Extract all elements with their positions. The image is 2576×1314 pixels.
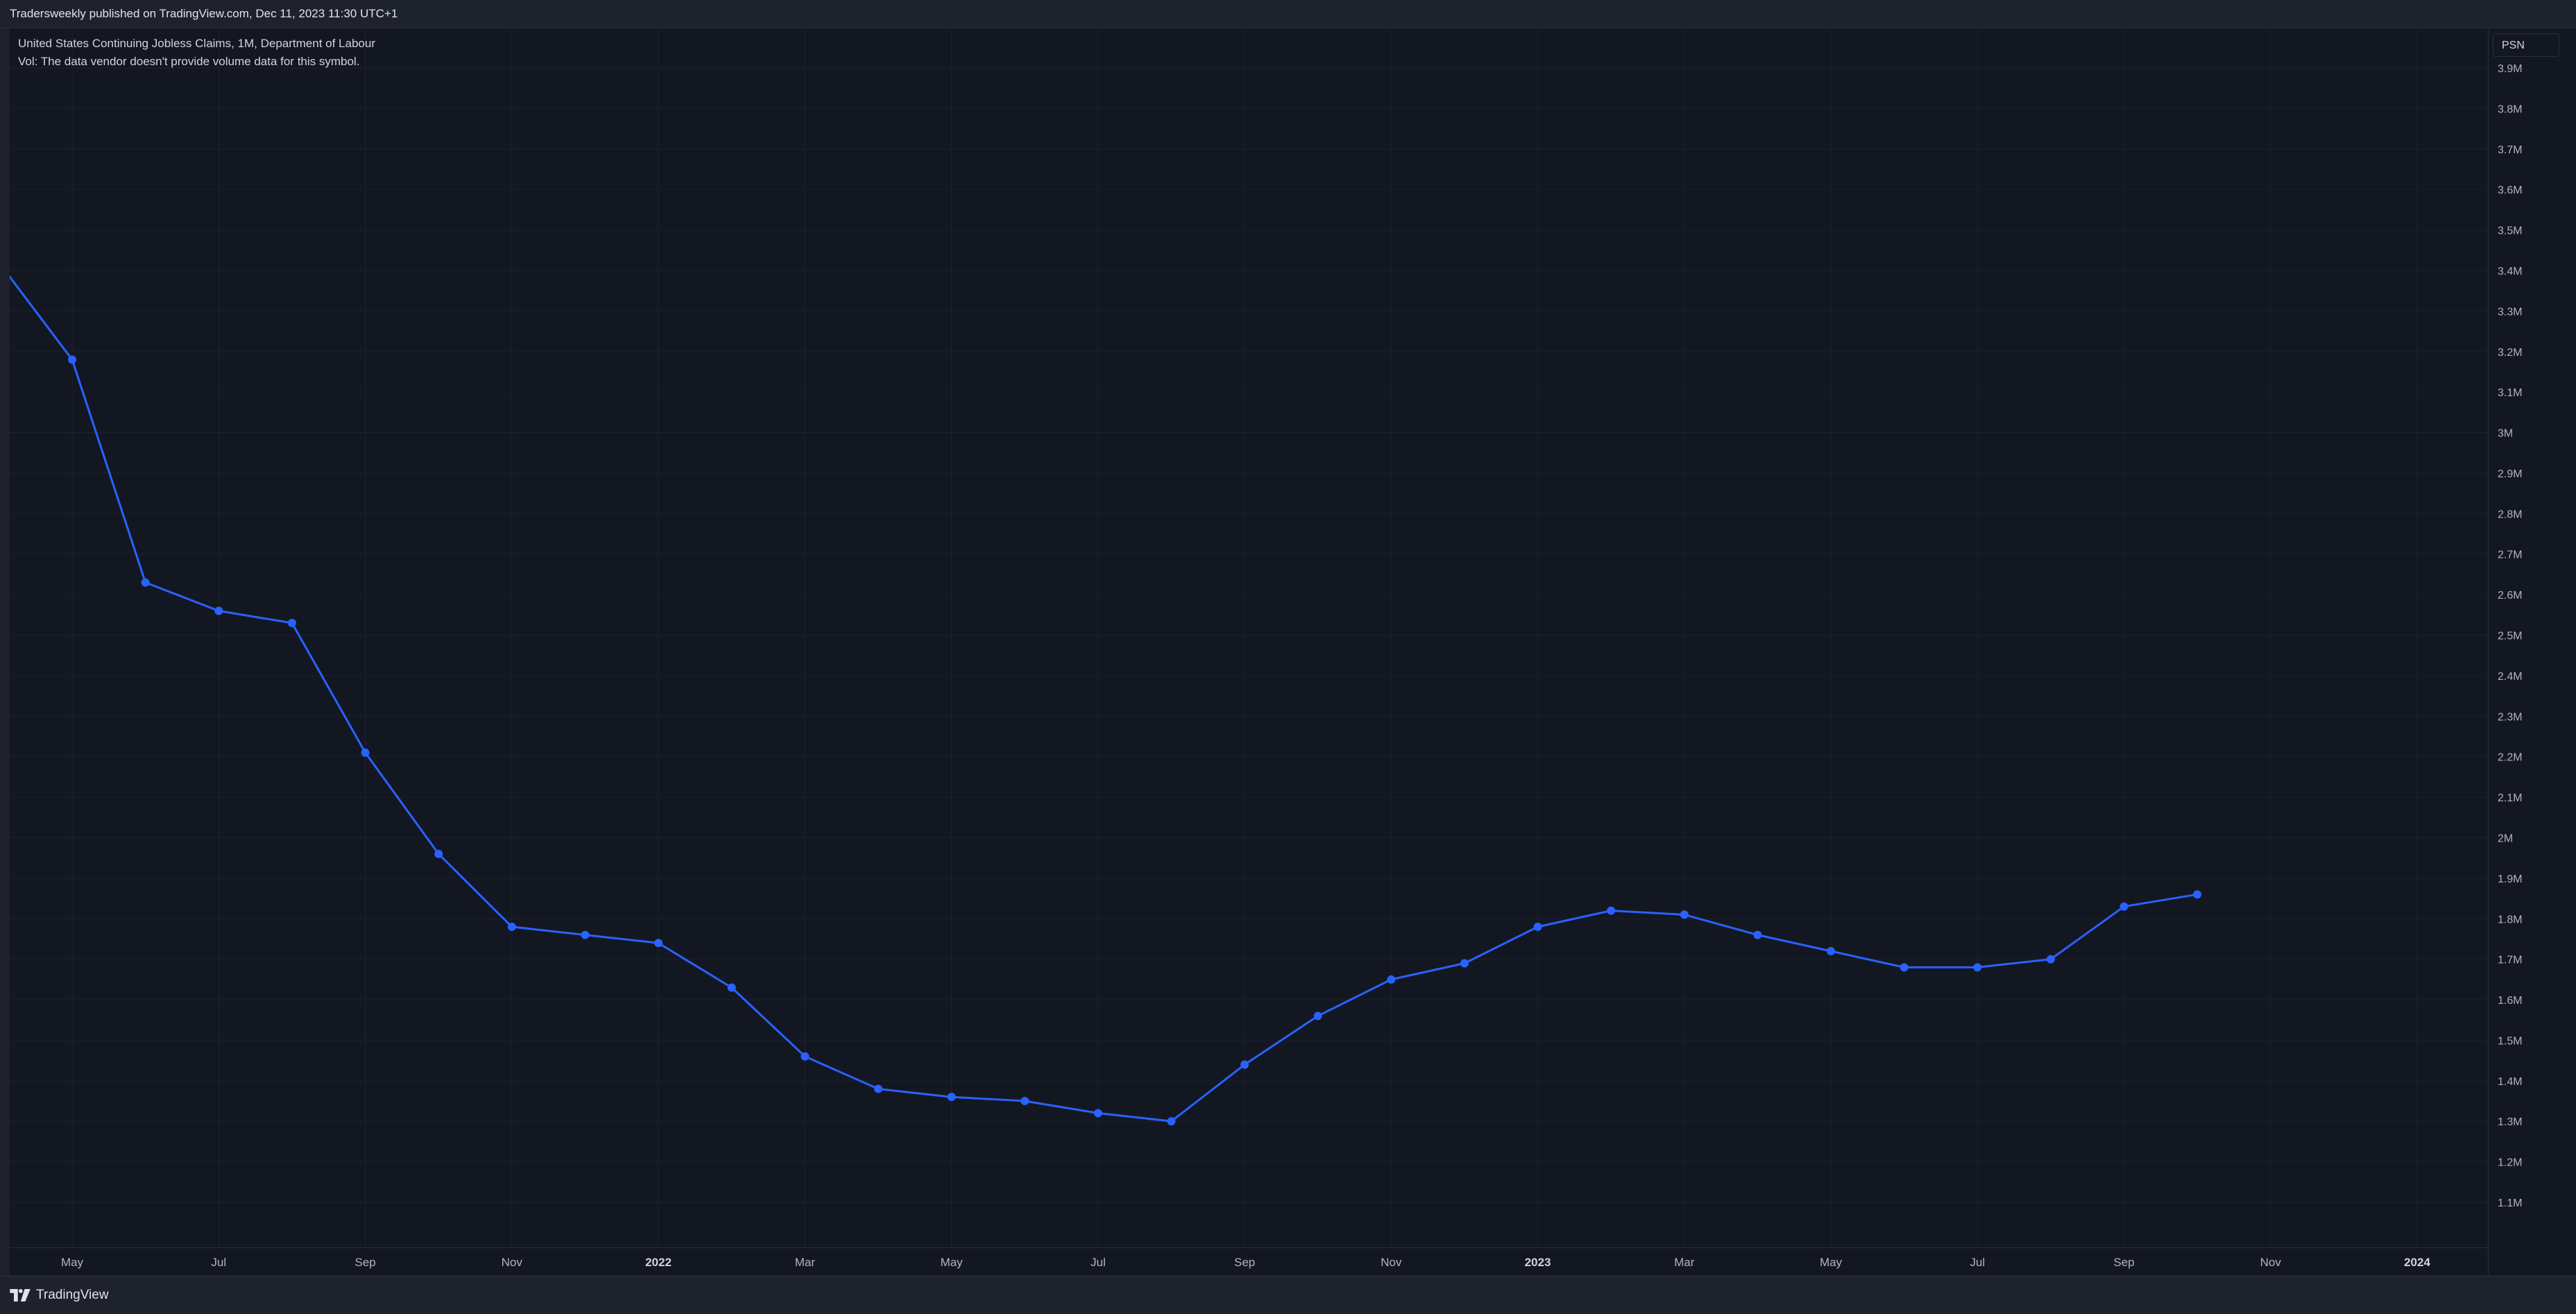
- x-tick-label: Mar: [795, 1256, 816, 1269]
- data-point: [1387, 975, 1396, 984]
- data-point: [1973, 963, 1982, 972]
- x-tick-label: May: [940, 1256, 963, 1269]
- x-tick-label: May: [1820, 1256, 1843, 1269]
- y-tick-label: 3.7M: [2498, 144, 2523, 156]
- y-tick-label: 2.4M: [2498, 671, 2523, 683]
- data-point: [1533, 922, 1542, 931]
- y-tick-label: 3.6M: [2498, 185, 2523, 196]
- y-tick-label: 3.3M: [2498, 306, 2523, 318]
- publish-text: Tradersweekly published on TradingView.c…: [10, 7, 398, 20]
- y-tick-label: 1.1M: [2498, 1197, 2523, 1209]
- data-point: [2046, 955, 2055, 964]
- data-point: [2119, 902, 2129, 911]
- y-tick-label: 3M: [2498, 428, 2513, 440]
- data-point: [507, 922, 516, 931]
- plot-background: [10, 28, 2488, 1247]
- x-tick-label: 2022: [645, 1256, 672, 1269]
- chart-area[interactable]: 1.1M 1.2M 1.3M 1.4M 1.5M 1.6M 1.7M 1.8M 1.9M 2M 2.…: [10, 28, 2576, 1276]
- legend-series-title: United States Continuing Jobless Claims,…: [18, 37, 375, 50]
- y-tick-label: 1.7M: [2498, 955, 2523, 966]
- data-point: [68, 355, 76, 364]
- y-tick-label: 2.5M: [2498, 631, 2523, 642]
- y-tick-label: 2M: [2498, 833, 2513, 844]
- data-point: [141, 578, 150, 587]
- y-tick-label: 2.6M: [2498, 590, 2523, 601]
- y-tick-label: 2.8M: [2498, 509, 2523, 520]
- data-point: [1460, 959, 1469, 968]
- data-point: [361, 748, 370, 757]
- y-tick-label: 2.9M: [2498, 468, 2523, 480]
- y-tick-label: 1.8M: [2498, 914, 2523, 925]
- data-point: [947, 1093, 956, 1102]
- chart-legend: United States Continuing Jobless Claims,…: [18, 35, 375, 71]
- legend-volume-note: Vol: The data vendor doesn't provide vol…: [18, 55, 360, 68]
- x-tick-label: Sep: [355, 1256, 375, 1269]
- data-point: [2193, 890, 2202, 899]
- x-tick-label: Sep: [2113, 1256, 2134, 1269]
- data-point: [214, 606, 223, 615]
- x-tick-label: Sep: [1234, 1256, 1255, 1269]
- data-point: [1607, 906, 1616, 915]
- data-point: [581, 930, 590, 939]
- x-tick-label: Mar: [1674, 1256, 1695, 1269]
- x-tick-label: Jul: [211, 1256, 226, 1269]
- chart-svg[interactable]: 1.1M 1.2M 1.3M 1.4M 1.5M 1.6M 1.7M 1.8M 1.9M 2M 2.…: [10, 28, 2576, 1276]
- y-tick-label: 1.5M: [2498, 1035, 2523, 1047]
- y-tick-label: 2.3M: [2498, 711, 2523, 723]
- y-tick-label: 1.3M: [2498, 1116, 2523, 1128]
- footer-bar: TradingView: [0, 1276, 2576, 1314]
- data-point: [1827, 946, 1835, 955]
- data-point: [727, 983, 736, 992]
- y-tick-label: 2.1M: [2498, 792, 2523, 804]
- data-point: [654, 939, 663, 948]
- x-tick-label: 2024: [2404, 1256, 2430, 1269]
- y-tick-label: 1.4M: [2498, 1076, 2523, 1088]
- y-tick-label: 3.5M: [2498, 225, 2523, 237]
- data-point: [1240, 1060, 1249, 1069]
- tradingview-brand[interactable]: TradingView: [10, 1286, 109, 1304]
- data-point: [1167, 1117, 1176, 1126]
- price-axis-background: [2488, 28, 2576, 1275]
- y-tick-label: 2.2M: [2498, 752, 2523, 764]
- x-tick-label: Jul: [1970, 1256, 1985, 1269]
- x-tick-label: 2023: [1525, 1256, 1551, 1269]
- y-tick-label: 1.6M: [2498, 995, 2523, 1007]
- y-tick-label: 2.7M: [2498, 549, 2523, 561]
- data-point: [1313, 1012, 1322, 1021]
- x-tick-label: Jul: [1091, 1256, 1106, 1269]
- data-point: [287, 618, 296, 627]
- data-point: [1753, 930, 1762, 939]
- x-tick-label: Nov: [2260, 1256, 2282, 1269]
- publish-header: Tradersweekly published on TradingView.c…: [0, 0, 2576, 28]
- y-tick-label: 3.8M: [2498, 103, 2523, 115]
- x-tick-label: May: [61, 1256, 84, 1269]
- data-point: [434, 849, 443, 858]
- symbol-badge[interactable]: PSN: [2493, 33, 2559, 57]
- y-tick-label: 3.4M: [2498, 266, 2523, 278]
- y-tick-label: 3.9M: [2498, 63, 2523, 75]
- y-tick-label: 3.1M: [2498, 387, 2523, 399]
- data-point: [1021, 1097, 1030, 1106]
- data-point: [1680, 910, 1689, 919]
- tradingview-logo-icon: [10, 1289, 31, 1302]
- y-tick-label: 1.9M: [2498, 873, 2523, 885]
- data-point: [1900, 963, 1909, 972]
- x-tick-label: Nov: [502, 1256, 523, 1269]
- x-tick-label: Nov: [1381, 1256, 1402, 1269]
- data-point: [873, 1084, 882, 1093]
- brand-name: TradingView: [36, 1288, 109, 1302]
- y-tick-label: 3.2M: [2498, 347, 2523, 359]
- y-tick-label: 1.2M: [2498, 1157, 2523, 1169]
- data-point: [801, 1052, 810, 1061]
- data-point: [1093, 1109, 1102, 1118]
